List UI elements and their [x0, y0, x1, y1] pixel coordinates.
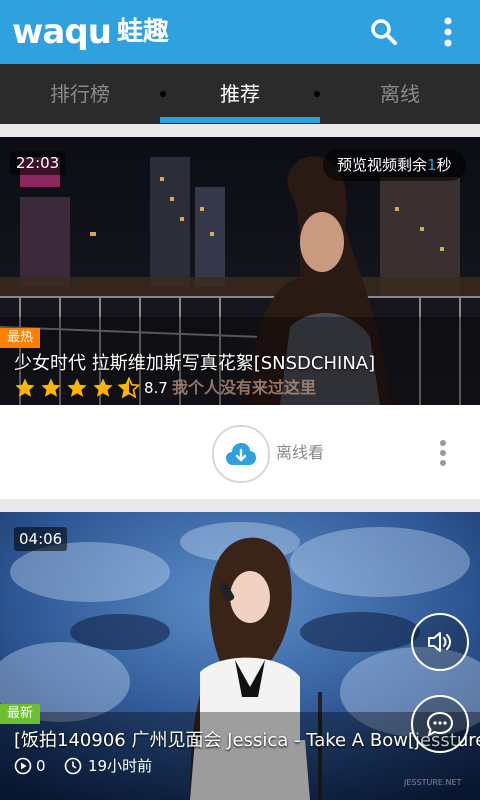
- preview-countdown-suffix: 秒: [436, 156, 452, 174]
- preview-countdown-seconds: 1: [427, 156, 437, 174]
- logo-text-cn: 蛙趣: [116, 17, 169, 47]
- rating-star-icon: [15, 378, 35, 397]
- preview-countdown: 预览视频剩余1秒: [323, 149, 466, 181]
- comment-button[interactable]: [411, 695, 469, 753]
- search-icon[interactable]: [364, 12, 404, 52]
- rating-value: 8.7: [144, 379, 168, 397]
- volume-button[interactable]: [411, 613, 469, 671]
- play-count-icon: [14, 757, 32, 775]
- duration-label: 22:03: [10, 151, 66, 175]
- preview-countdown-prefix: 预览视频剩余: [337, 156, 428, 174]
- logo-text-en: waqu: [12, 12, 112, 52]
- rating-star-icon: [67, 378, 87, 397]
- play-count: 0: [36, 757, 46, 775]
- tab-separator-dot: [160, 91, 166, 97]
- rating-half-star-icon: [118, 377, 140, 399]
- tab-recommend[interactable]: 推荐: [160, 64, 320, 124]
- duration-label: 04:06: [14, 527, 68, 551]
- time-ago: 19小时前: [88, 757, 153, 775]
- app-logo: waqu 蛙趣: [12, 10, 169, 54]
- video-title[interactable]: 少女时代 拉斯维加斯写真花絮[SNSDCHINA]: [14, 349, 375, 375]
- video-title[interactable]: [饭拍140906 广州见面会 Jessica - Take A Bow[jes…: [14, 726, 480, 752]
- new-badge: 最新: [0, 704, 41, 724]
- video-card: 04:06 最新 [饭拍140906 广州见面会 Jessica - Take …: [0, 512, 480, 800]
- app-header: waqu 蛙趣: [0, 0, 480, 64]
- tab-separator-dot: [314, 91, 320, 97]
- tab-bar: 排行榜 推荐 离线: [0, 64, 480, 124]
- more-menu-icon[interactable]: [428, 12, 468, 52]
- rating-star-icon: [93, 378, 113, 397]
- tab-offline[interactable]: 离线: [320, 64, 480, 124]
- cloud-download-icon: [226, 443, 256, 465]
- video-thumbnail[interactable]: 22:03 预览视频剩余1秒 最热 少女时代 拉斯维加斯写真花絮[SNSDCHI…: [0, 137, 480, 405]
- rating-star-icon: [41, 378, 61, 397]
- offline-download-button[interactable]: [212, 425, 270, 483]
- clock-icon: [64, 757, 82, 775]
- offline-label[interactable]: 离线看: [276, 442, 324, 464]
- chat-bubble-icon: [426, 711, 454, 737]
- tab-ranking[interactable]: 排行榜: [0, 64, 160, 124]
- video-thumbnail[interactable]: 04:06 最新 [饭拍140906 广州见面会 Jessica - Take …: [0, 512, 480, 800]
- active-tab-indicator: [160, 117, 320, 123]
- card-more-icon[interactable]: [438, 439, 448, 467]
- speaker-icon: [428, 632, 451, 652]
- video-subtitle-overlay: 我个人没有来过这里: [172, 378, 317, 397]
- video-card: 22:03 预览视频剩余1秒 最热 少女时代 拉斯维加斯写真花絮[SNSDCHI…: [0, 137, 480, 499]
- hot-badge: 最热: [0, 328, 41, 348]
- watermark: JESSTURE.NET: [404, 778, 462, 787]
